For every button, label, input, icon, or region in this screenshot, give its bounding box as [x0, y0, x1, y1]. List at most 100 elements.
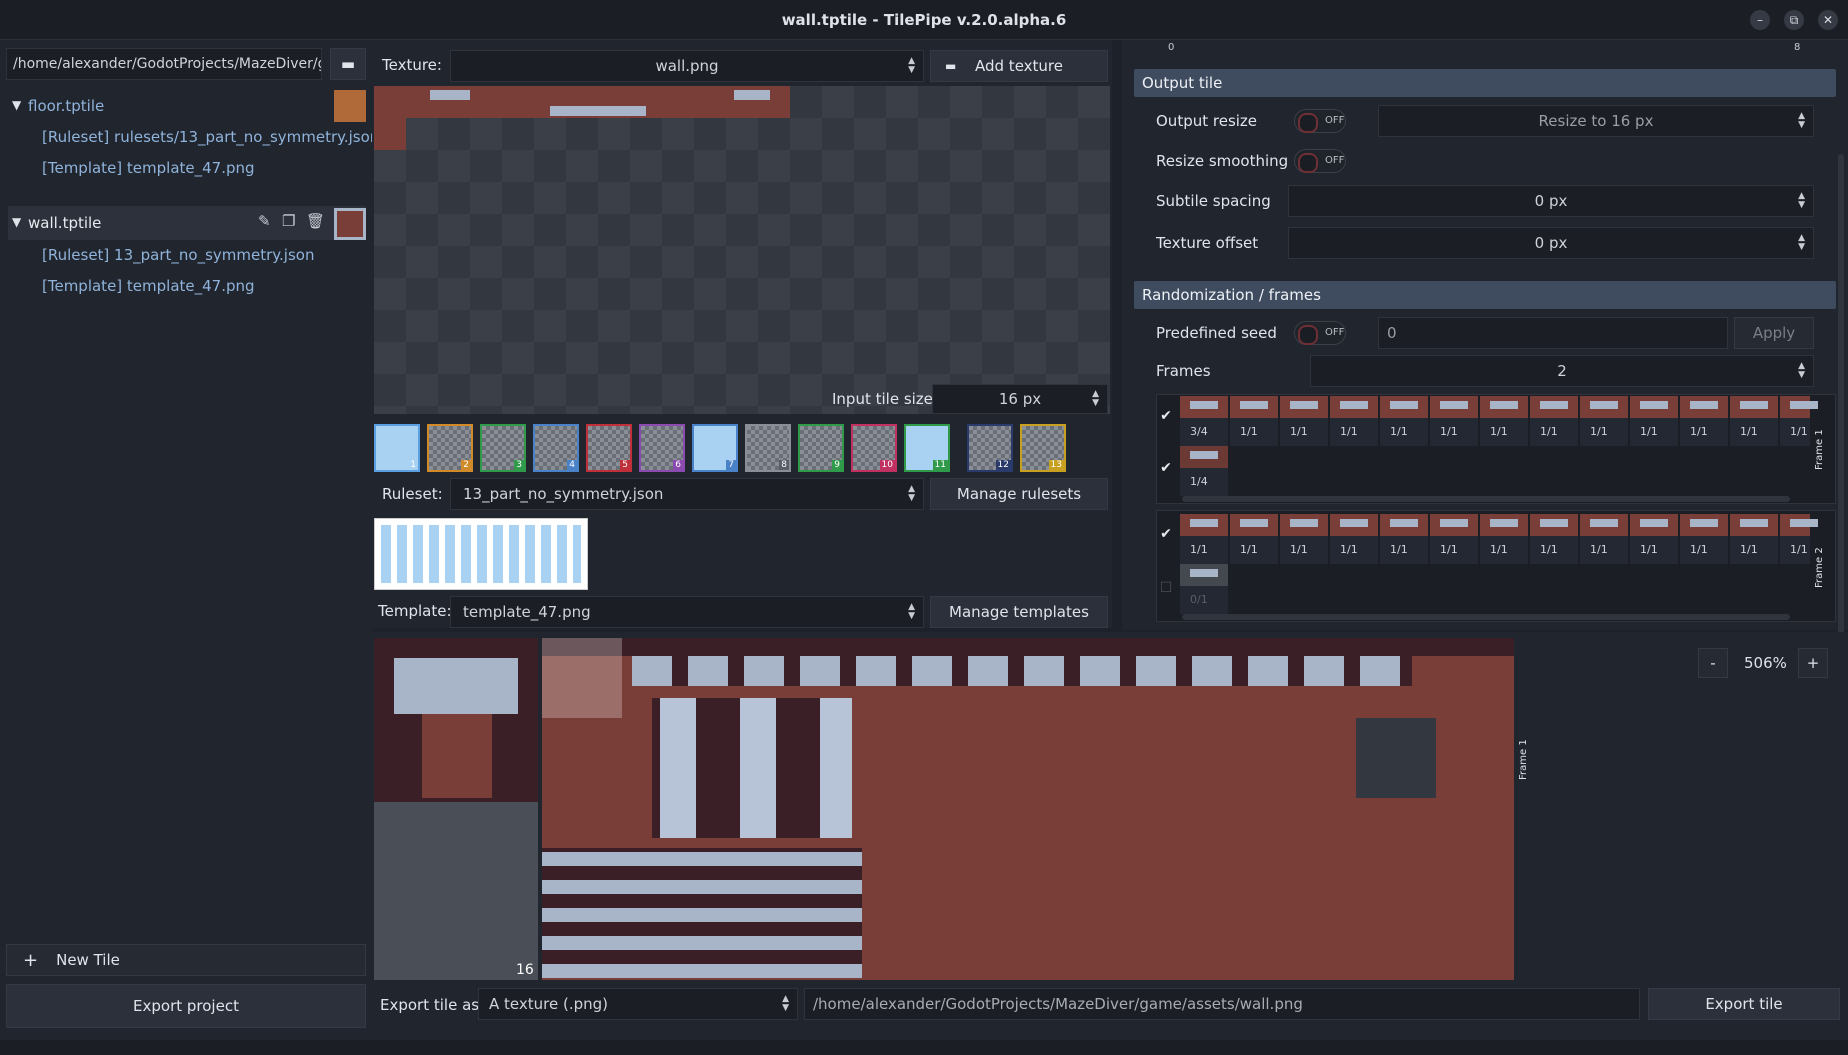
- frame-cell-value[interactable]: 1/1: [1430, 418, 1478, 446]
- frame-cell[interactable]: 3/4: [1180, 396, 1228, 446]
- frame-cell[interactable]: 1/1: [1330, 514, 1378, 564]
- rule-part[interactable]: 11: [904, 424, 950, 472]
- frame-cell-value[interactable]: 1/1: [1230, 536, 1278, 564]
- frame-2-scrollbar[interactable]: [1182, 614, 1790, 620]
- frame-cell-value[interactable]: 1/1: [1630, 418, 1678, 446]
- predefined-seed-toggle[interactable]: OFF: [1294, 321, 1346, 345]
- frame-cell-value[interactable]: 1/1: [1780, 536, 1810, 564]
- output-resize-toggle[interactable]: OFF: [1294, 109, 1346, 133]
- frame-cell[interactable]: 1/4: [1180, 446, 1228, 496]
- frames-field[interactable]: 2 ▲ ▼: [1310, 355, 1814, 387]
- rule-part[interactable]: 5: [586, 424, 632, 472]
- frame-1-row-2-check[interactable]: ✔: [1156, 460, 1176, 480]
- frame-cell[interactable]: 1/1: [1330, 396, 1378, 446]
- frame-cell-value[interactable]: 1/1: [1430, 536, 1478, 564]
- frame-cell[interactable]: 1/1: [1680, 514, 1728, 564]
- frame-2-row-2-check[interactable]: ☐: [1156, 580, 1176, 600]
- frame-cell-value[interactable]: 1/1: [1730, 536, 1778, 564]
- close-button[interactable]: ✕: [1818, 10, 1838, 30]
- frame-cell-value[interactable]: 1/1: [1480, 418, 1528, 446]
- export-path-input[interactable]: /home/alexander/GodotProjects/MazeDiver/…: [804, 988, 1640, 1020]
- frame-cell-value[interactable]: 1/1: [1380, 418, 1428, 446]
- frame-cell[interactable]: 1/1: [1530, 396, 1578, 446]
- frame-cell[interactable]: 1/1: [1380, 514, 1428, 564]
- delete-icon[interactable]: 🗑: [306, 212, 325, 230]
- frame-cell[interactable]: 1/1: [1230, 514, 1278, 564]
- frame-cell[interactable]: 1/1: [1780, 396, 1818, 446]
- frame-cell[interactable]: 0/1: [1180, 564, 1228, 614]
- frame-cell-value[interactable]: 1/1: [1580, 418, 1628, 446]
- frame-cell[interactable]: 1/1: [1480, 514, 1528, 564]
- frame-cell-value[interactable]: 1/1: [1280, 418, 1328, 446]
- chevron-down-icon[interactable]: ▼: [12, 98, 21, 112]
- frame-cell[interactable]: 1/1: [1280, 396, 1328, 446]
- chevron-down-icon[interactable]: ▼: [12, 215, 21, 229]
- project-path-input[interactable]: /home/alexander/GodotProjects/MazeDiver/…: [6, 48, 322, 80]
- frame-cell-value[interactable]: 1/1: [1280, 536, 1328, 564]
- frame-cell-value[interactable]: 1/1: [1630, 536, 1678, 564]
- tile-wall[interactable]: wall.tptile: [28, 214, 101, 232]
- frame-cell[interactable]: 1/1: [1580, 514, 1628, 564]
- frame-cell-value[interactable]: 1/1: [1380, 536, 1428, 564]
- texture-select[interactable]: wall.png ▲ ▼: [450, 50, 924, 82]
- frame-cell-value[interactable]: 1/1: [1330, 418, 1378, 446]
- rule-part[interactable]: 4: [533, 424, 579, 472]
- frame-cell-value[interactable]: 1/1: [1680, 418, 1728, 446]
- rule-part[interactable]: 3: [480, 424, 526, 472]
- rule-part[interactable]: 1: [374, 424, 420, 472]
- wall-ruleset-item[interactable]: [Ruleset] 13_part_no_symmetry.json: [42, 246, 314, 264]
- frame-cell[interactable]: 1/1: [1630, 396, 1678, 446]
- rule-part[interactable]: 13: [1020, 424, 1066, 472]
- rule-part[interactable]: 6: [639, 424, 685, 472]
- rule-part[interactable]: 10: [851, 424, 897, 472]
- frame-cell[interactable]: 1/1: [1730, 396, 1778, 446]
- resize-smoothing-toggle[interactable]: OFF: [1294, 149, 1346, 173]
- frame-cell-value[interactable]: 1/1: [1580, 536, 1628, 564]
- input-tile-size-field[interactable]: 16 px ▲ ▼: [932, 384, 1108, 414]
- subtile-spacing-field[interactable]: 0 px ▲ ▼: [1288, 185, 1814, 217]
- texture-offset-field[interactable]: 0 px ▲ ▼: [1288, 227, 1814, 259]
- minimize-button[interactable]: –: [1750, 10, 1770, 30]
- frame-cell[interactable]: 1/1: [1180, 514, 1228, 564]
- frame-cell-value[interactable]: 1/1: [1330, 536, 1378, 564]
- floor-ruleset-item[interactable]: [Ruleset] rulesets/13_part_no_symmetry.j…: [42, 128, 379, 146]
- rule-part[interactable]: 9: [798, 424, 844, 472]
- open-folder-button[interactable]: ▬: [330, 48, 366, 80]
- frame-cell[interactable]: 1/1: [1230, 396, 1278, 446]
- frame-1-scrollbar[interactable]: [1182, 496, 1790, 502]
- seed-input[interactable]: 0: [1378, 317, 1728, 349]
- frame-cell[interactable]: 1/1: [1730, 514, 1778, 564]
- frame-cell-value[interactable]: 1/1: [1530, 536, 1578, 564]
- frame-cell-value[interactable]: 3/4: [1180, 418, 1228, 446]
- frame-cell[interactable]: 1/1: [1380, 396, 1428, 446]
- zoom-in-button[interactable]: +: [1798, 648, 1828, 678]
- rename-icon[interactable]: ✎: [258, 212, 271, 230]
- wall-template-item[interactable]: [Template] template_47.png: [42, 277, 255, 295]
- duplicate-icon[interactable]: ❐: [282, 212, 295, 230]
- frame-cell[interactable]: 1/1: [1280, 514, 1328, 564]
- frame-cell[interactable]: 1/1: [1630, 514, 1678, 564]
- template-select[interactable]: template_47.png ▲ ▼: [450, 596, 924, 628]
- frame-1-row-1-check[interactable]: ✔: [1156, 408, 1176, 428]
- frame-cell[interactable]: 1/1: [1480, 396, 1528, 446]
- frame-cell-value[interactable]: 1/1: [1530, 418, 1578, 446]
- new-tile-button[interactable]: + New Tile: [6, 944, 366, 976]
- texture-canvas[interactable]: [374, 86, 1110, 414]
- rule-part[interactable]: 8: [745, 424, 791, 472]
- rule-part[interactable]: 7: [692, 424, 738, 472]
- export-tile-button[interactable]: Export tile: [1648, 988, 1840, 1020]
- frame-cell-value[interactable]: 1/1: [1780, 418, 1810, 446]
- frame-cell[interactable]: 1/1: [1780, 514, 1818, 564]
- frame-cell-value[interactable]: 1/1: [1230, 418, 1278, 446]
- frame-cell[interactable]: 1/1: [1580, 396, 1628, 446]
- manage-templates-button[interactable]: Manage templates: [930, 596, 1108, 628]
- resize-to-field[interactable]: Resize to 16 px ▲ ▼: [1378, 105, 1814, 137]
- apply-seed-button[interactable]: Apply: [1734, 317, 1814, 349]
- maximize-button[interactable]: ⧉: [1784, 10, 1804, 30]
- frame-cell-value[interactable]: 1/1: [1180, 536, 1228, 564]
- export-type-select[interactable]: A texture (.png) ▲ ▼: [478, 988, 798, 1020]
- rule-part[interactable]: 2: [427, 424, 473, 472]
- frame-cell[interactable]: 1/1: [1430, 396, 1478, 446]
- frame-cell-value[interactable]: 1/1: [1480, 536, 1528, 564]
- floor-template-item[interactable]: [Template] template_47.png: [42, 159, 255, 177]
